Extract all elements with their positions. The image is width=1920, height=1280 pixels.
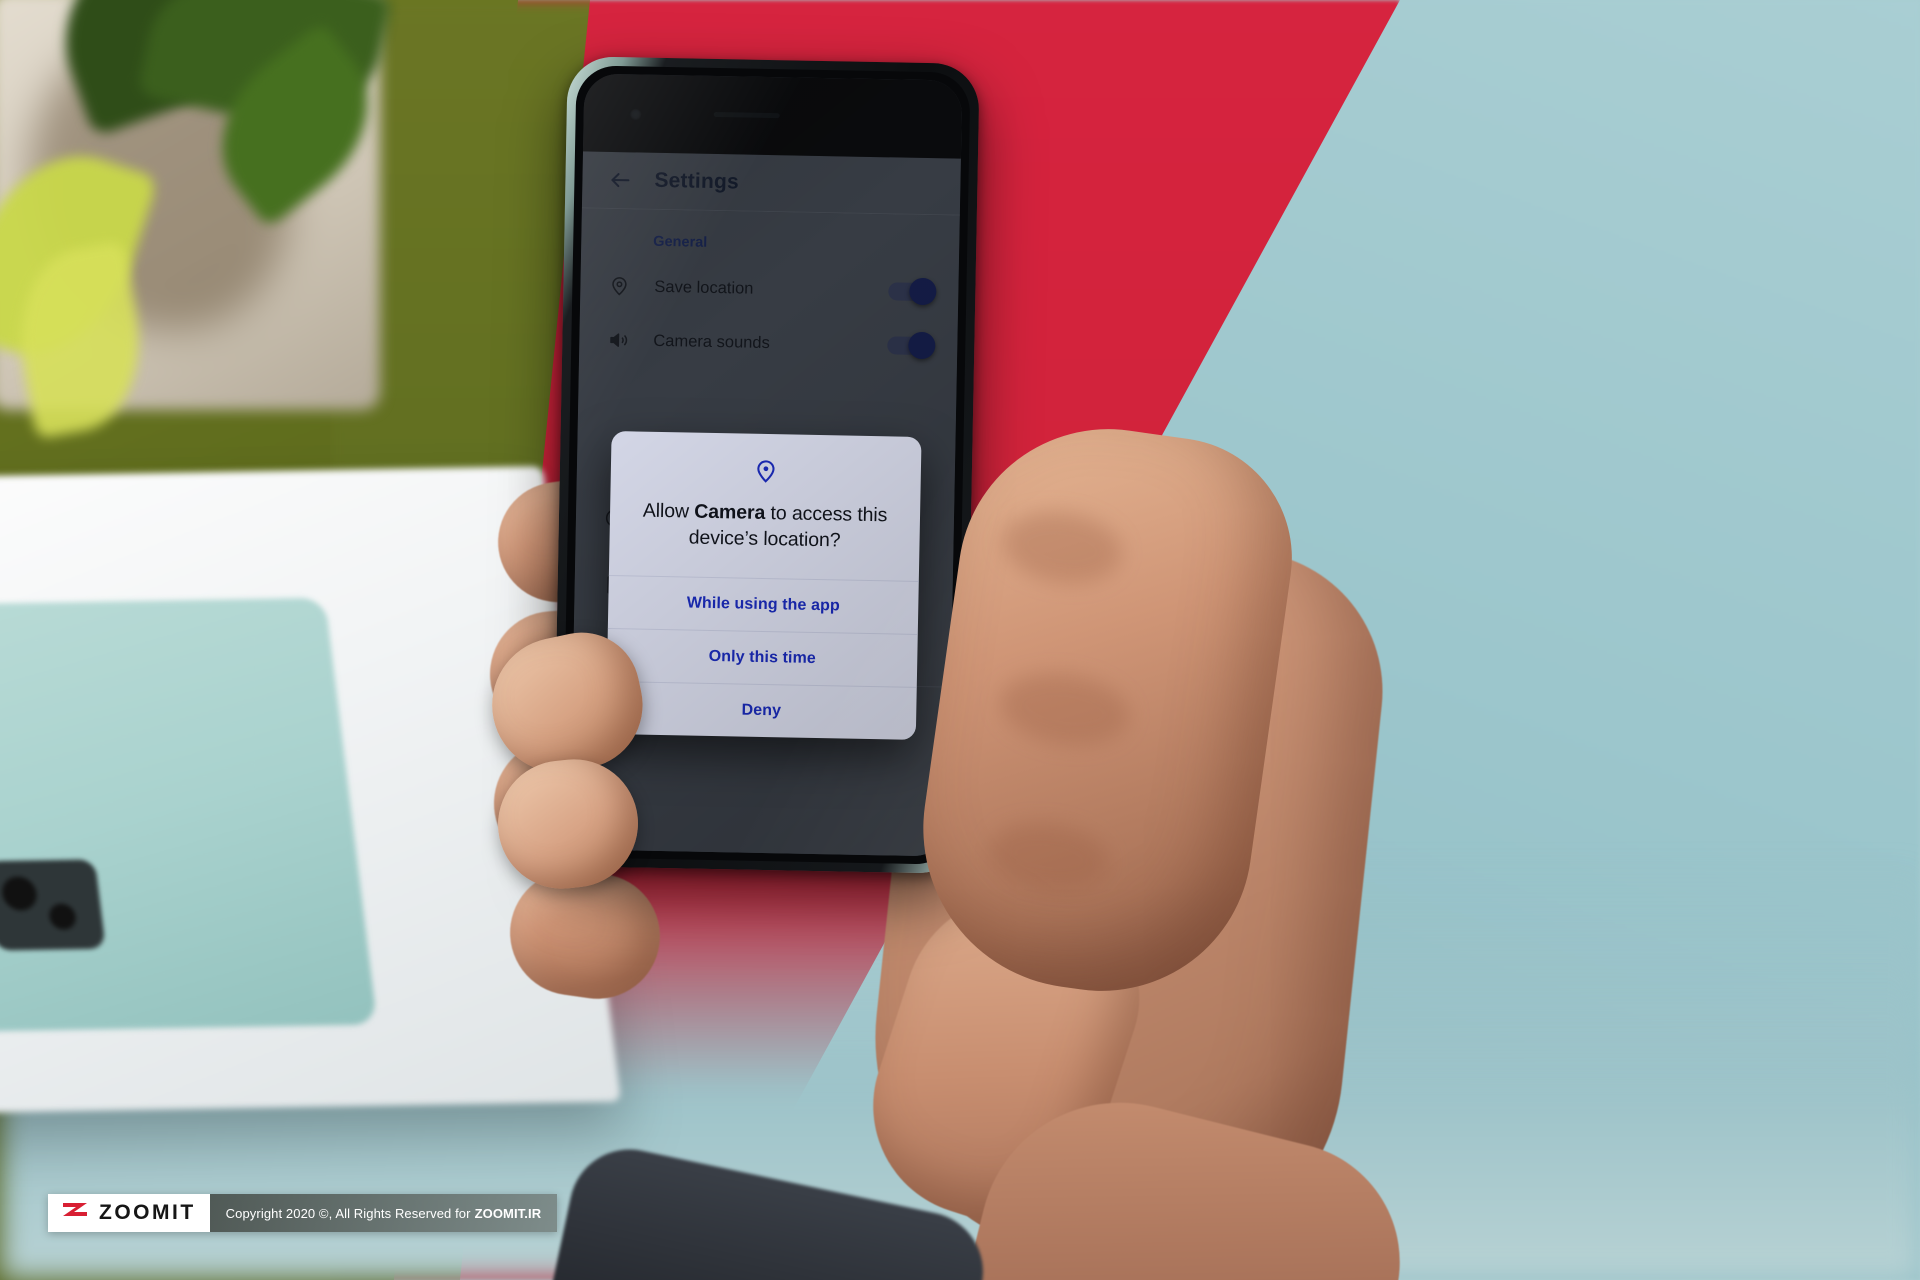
settings-list: General Save location Camera sounds Allo… <box>569 208 960 857</box>
product-box-camera-bump <box>0 859 106 951</box>
dialog-button-deny[interactable]: Deny <box>605 681 917 741</box>
camera-lens <box>0 876 39 911</box>
dialog-title-prefix: Allow <box>642 499 695 523</box>
volume-icon <box>605 327 631 353</box>
dialog-header: Allow Camera to access this device’s loc… <box>609 431 922 581</box>
location-permission-dialog: Allow Camera to access this device’s loc… <box>605 431 922 741</box>
watermark-copyright-text: Copyright 2020 ©, All Rights Reserved fo… <box>225 1205 471 1221</box>
earpiece-speaker <box>713 111 780 119</box>
setting-title: Save location <box>654 277 754 298</box>
toggle-knob <box>909 277 937 306</box>
camera-lens <box>47 903 78 930</box>
location-pin-icon <box>637 456 895 487</box>
watermark-site: ZOOMIT.IR <box>474 1205 542 1221</box>
knuckle <box>997 504 1127 591</box>
zoomit-z-icon <box>60 1201 90 1225</box>
location-pin-icon <box>606 273 632 299</box>
back-arrow-icon[interactable] <box>608 168 632 192</box>
photo-scene: Settings General Save location Camera so… <box>0 0 1920 1280</box>
front-camera-icon <box>629 108 642 121</box>
save-location-toggle[interactable] <box>888 277 937 306</box>
dialog-button-only-this-time[interactable]: Only this time <box>606 628 918 688</box>
camera-sounds-toggle[interactable] <box>887 331 936 360</box>
setting-row-text: Camera sounds <box>653 331 887 356</box>
product-box-phone-image <box>0 597 378 1033</box>
page-title: Settings <box>654 168 740 194</box>
watermark: ZOOMIT Copyright 2020 ©, All Rights Rese… <box>48 1194 558 1232</box>
setting-row-text: Save location <box>654 277 888 302</box>
watermark-logo: ZOOMIT <box>48 1194 210 1232</box>
toggle-knob <box>908 331 936 360</box>
knuckle <box>995 665 1134 754</box>
setting-row-save-location[interactable]: Save location <box>580 258 959 319</box>
dialog-title-app-name: Camera <box>694 500 766 524</box>
app-bar: Settings <box>581 151 961 216</box>
watermark-brand: ZOOMIT <box>99 1201 196 1224</box>
dialog-title: Allow Camera to access this device’s loc… <box>635 498 894 555</box>
watermark-copyright: Copyright 2020 ©, All Rights Reserved fo… <box>209 1194 558 1232</box>
setting-row-camera-sounds[interactable]: Camera sounds <box>579 312 958 373</box>
dialog-button-while-using-app[interactable]: While using the app <box>607 575 919 635</box>
knuckle <box>985 815 1114 898</box>
status-bar <box>582 73 963 159</box>
setting-title: Camera sounds <box>653 331 771 352</box>
